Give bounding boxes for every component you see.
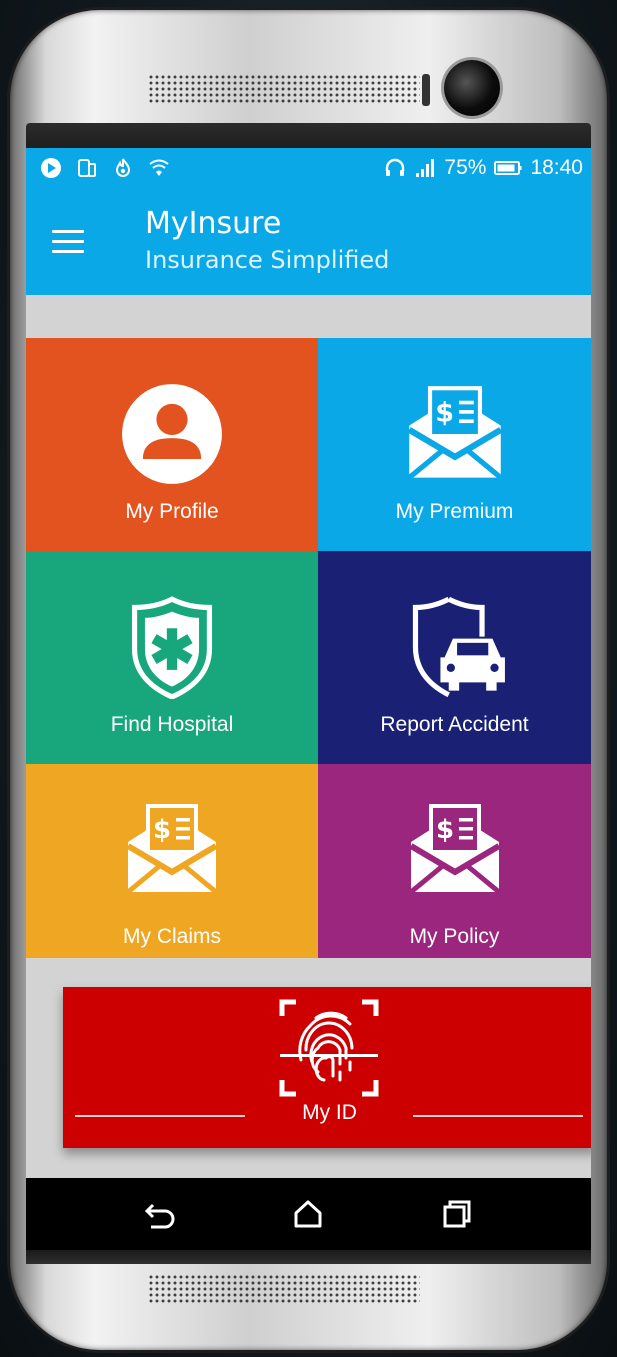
svg-text:$: $ <box>435 398 454 429</box>
car-shield-icon <box>412 596 505 698</box>
flame-app-icon <box>115 158 131 177</box>
dashboard-grid: My Profile $ My Premium Find Hospital Re… <box>26 338 591 958</box>
my-id-button[interactable]: My ID <box>63 987 591 1148</box>
tile-label: My Premium <box>395 500 514 523</box>
tile-my-policy[interactable]: $ My Policy <box>318 764 591 958</box>
recent-apps-icon[interactable] <box>440 1197 474 1231</box>
proximity-sensor <box>422 74 430 106</box>
screen: 75% 18:40 MyInsure Insurance Simplified <box>26 148 591 1250</box>
envelope-invoice-icon: $ <box>408 804 501 894</box>
status-right-icons: 75% 18:40 <box>384 156 583 180</box>
tile-label: My Policy <box>409 925 500 948</box>
tile-label: Report Accident <box>380 713 529 736</box>
top-speaker-grille <box>148 74 420 104</box>
bottom-bezel <box>26 1250 591 1264</box>
home-icon[interactable] <box>291 1197 325 1231</box>
shield-wifi-icon <box>149 159 169 176</box>
status-bar: 75% 18:40 <box>26 148 591 188</box>
envelope-invoice-icon: $ <box>126 804 218 894</box>
headset-icon <box>386 158 405 176</box>
signal-icon <box>416 159 435 177</box>
svg-text:$: $ <box>435 815 453 845</box>
app-subtitle: Insurance Simplified <box>145 246 390 274</box>
envelope-invoice-icon: $ <box>407 386 502 480</box>
back-icon[interactable] <box>143 1197 177 1231</box>
menu-icon[interactable] <box>52 230 86 254</box>
bottom-speaker-grille <box>148 1274 420 1304</box>
phone-frame: 75% 18:40 MyInsure Insurance Simplified <box>10 10 607 1350</box>
tile-my-profile[interactable]: My Profile <box>26 338 318 551</box>
tile-label: Find Hospital <box>110 713 234 736</box>
tile-report-accident[interactable]: Report Accident <box>318 551 591 764</box>
fingerprint-scan-icon <box>279 999 379 1097</box>
svg-text:$: $ <box>153 815 171 845</box>
medical-shield-icon <box>131 596 213 699</box>
app-title: MyInsure <box>145 206 282 241</box>
phone-sync-icon <box>78 159 96 177</box>
front-camera <box>444 60 500 116</box>
battery-icon <box>494 161 522 175</box>
tile-label: My Claims <box>123 925 221 948</box>
user-avatar-icon <box>122 384 222 484</box>
tile-find-hospital[interactable]: Find Hospital <box>26 551 318 764</box>
status-left-icons <box>40 157 170 179</box>
play-store-icon <box>41 158 61 178</box>
clock: 18:40 <box>530 156 583 179</box>
tile-label: My Profile <box>125 500 219 523</box>
battery-percent: 75% <box>444 156 487 179</box>
system-nav-bar <box>26 1178 591 1250</box>
app-bar: MyInsure Insurance Simplified <box>26 188 591 295</box>
tile-my-premium[interactable]: $ My Premium <box>318 338 591 551</box>
my-id-label: My ID <box>302 1101 357 1124</box>
tile-my-claims[interactable]: $ My Claims <box>26 764 318 958</box>
